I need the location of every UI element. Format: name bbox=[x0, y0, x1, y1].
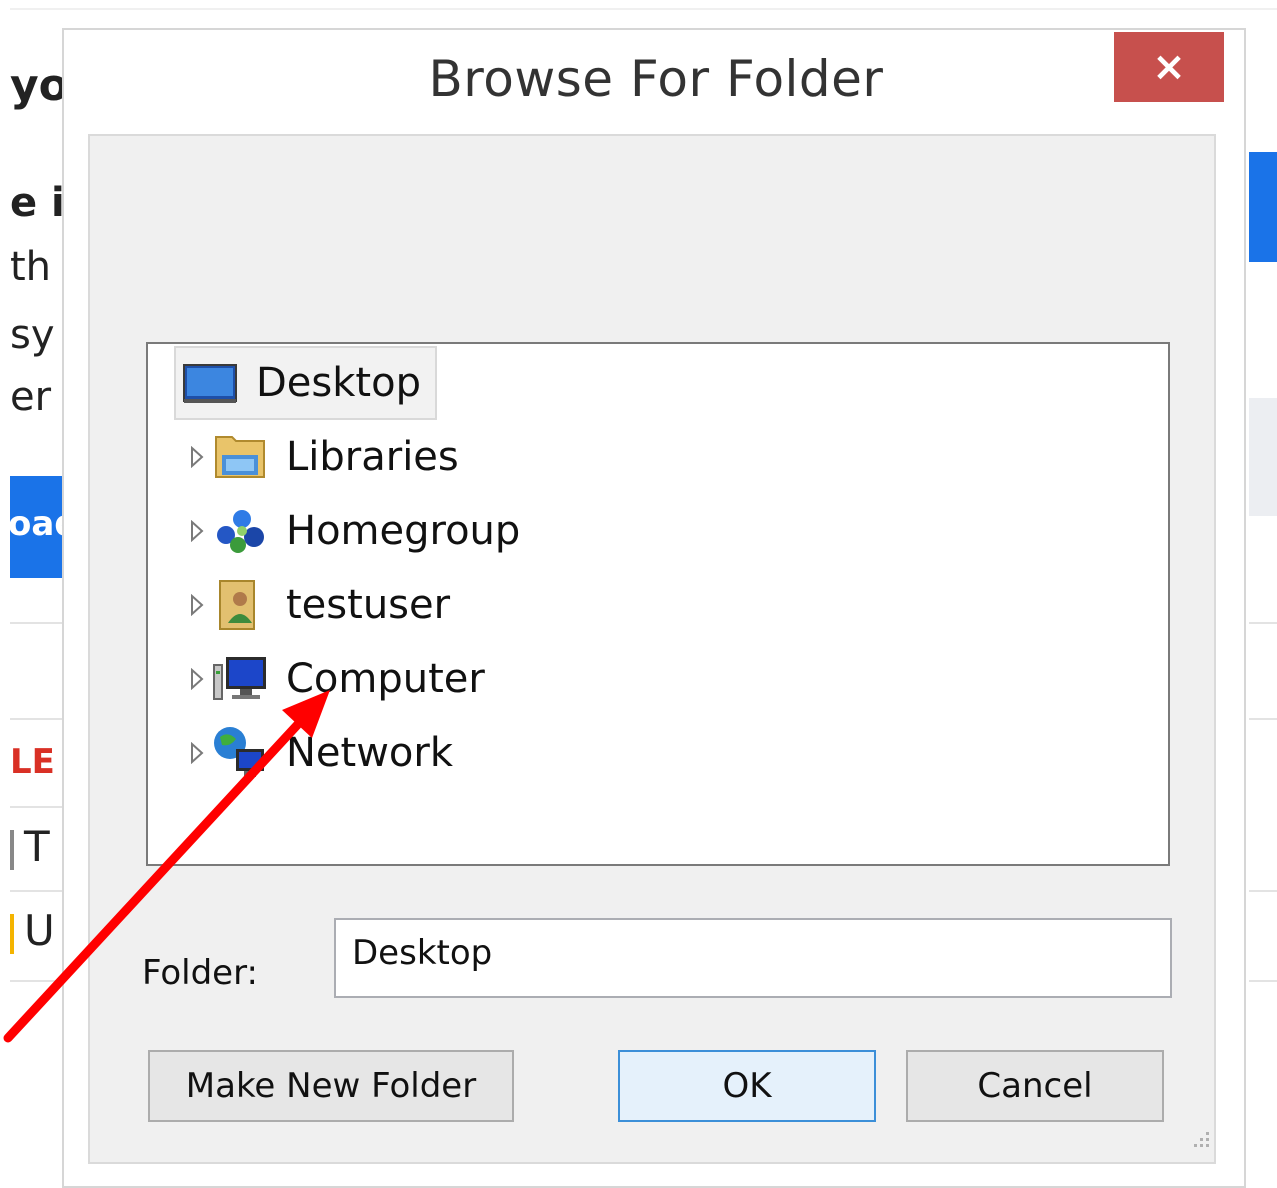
annotation-arrow-icon bbox=[3, 690, 330, 1043]
